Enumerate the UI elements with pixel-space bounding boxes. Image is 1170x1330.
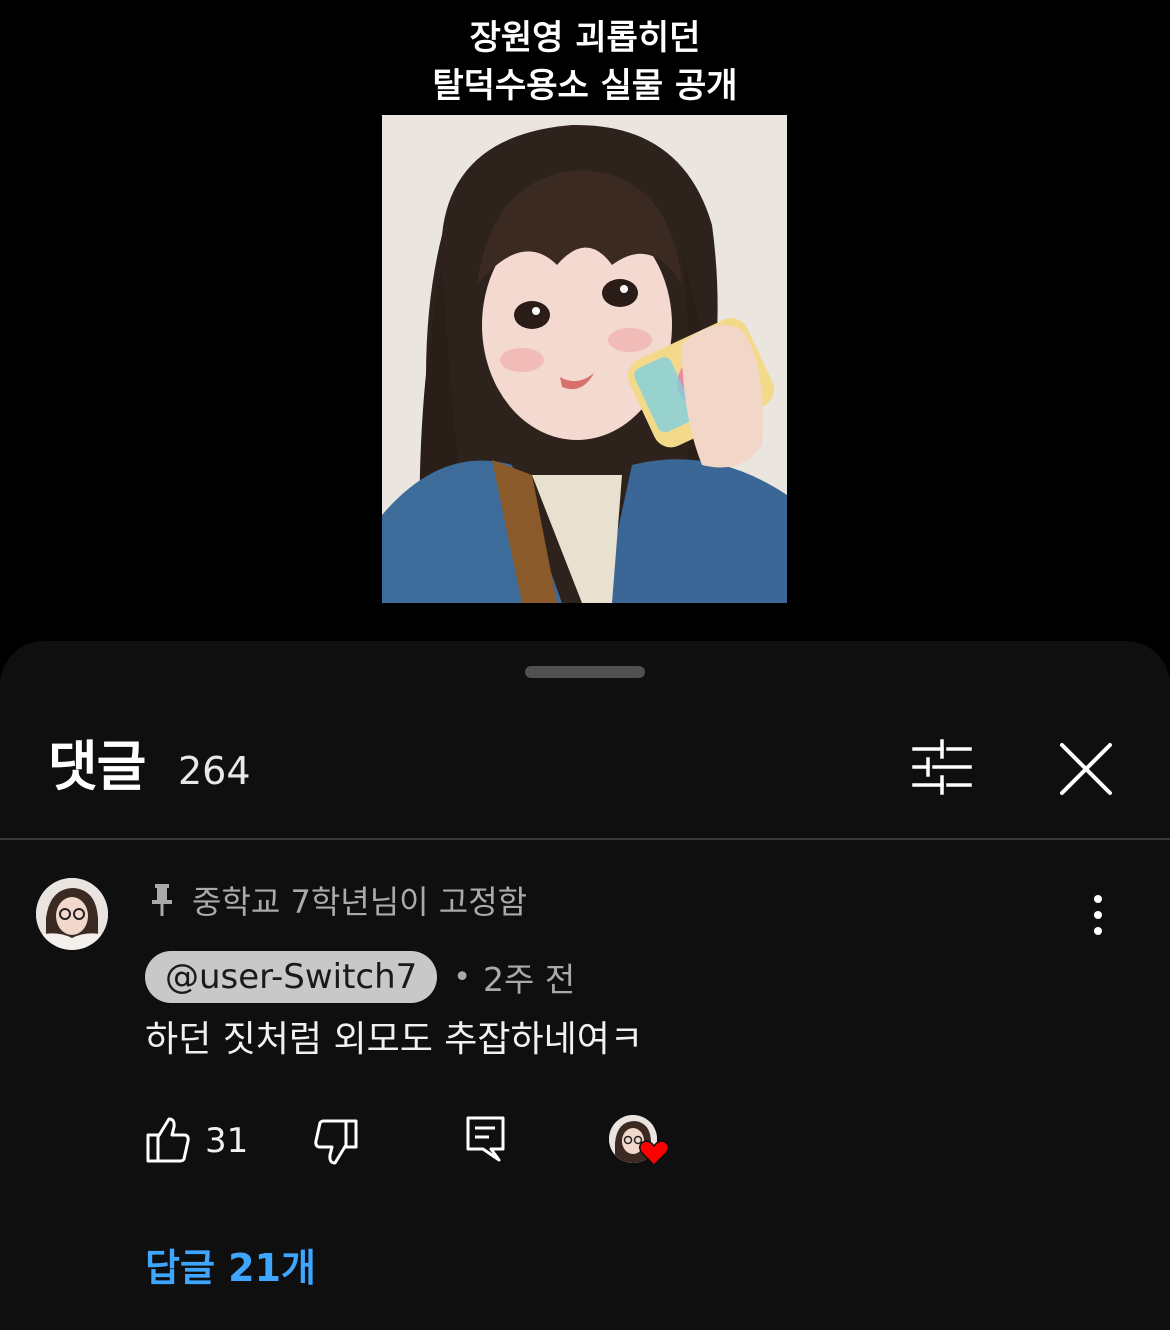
comment-actions: 31	[145, 1111, 745, 1171]
close-icon	[1060, 743, 1112, 795]
video-caption-line-1: 장원영 괴롭히던	[469, 18, 701, 58]
dislike-button[interactable]	[313, 1117, 359, 1167]
comment-timestamp: 2주 전	[483, 960, 576, 999]
sort-filter-button[interactable]	[906, 737, 978, 797]
comments-title: 댓글	[48, 735, 146, 798]
comments-count: 264	[178, 749, 251, 793]
video-caption: 장원영 괴롭히던 탈덕수용소 실물 공개	[0, 14, 1170, 110]
creator-heart	[609, 1115, 671, 1171]
comment-more-button[interactable]	[1080, 893, 1116, 937]
like-button[interactable]	[145, 1115, 191, 1165]
video-frame-photo	[382, 115, 787, 603]
close-button[interactable]	[1050, 733, 1122, 805]
meta-separator: •	[453, 959, 471, 995]
pin-icon	[152, 884, 172, 916]
comments-sheet: 댓글 264 중학교 7학년님이 고정함 @user-Switch7 • 2주 …	[0, 641, 1170, 1330]
reply-button[interactable]	[465, 1115, 507, 1163]
pinned-indicator: 중학교 7학년님이 고정함	[148, 879, 527, 921]
pinned-label: 중학교 7학년님이 고정함	[192, 883, 528, 921]
more-vert-icon	[1094, 895, 1102, 935]
video-caption-line-2: 탈덕수용소 실물 공개	[432, 66, 738, 106]
comment-author-handle[interactable]: @user-Switch7	[145, 951, 438, 1003]
sheet-drag-handle[interactable]	[525, 666, 645, 678]
comment-author-avatar[interactable]	[36, 878, 108, 950]
header-divider	[0, 838, 1170, 840]
thumbs-down-icon	[314, 1119, 358, 1165]
thumbs-up-icon	[146, 1117, 190, 1163]
sliders-icon	[912, 739, 972, 795]
reply-icon	[466, 1116, 505, 1162]
comment-meta: @user-Switch7 • 2주 전	[145, 951, 575, 1003]
like-count: 31	[205, 1121, 249, 1161]
heart-icon	[639, 1140, 669, 1167]
view-replies-button[interactable]: 답글 21개	[145, 1241, 316, 1295]
comment-body: 하던 짓처럼 외모도 추잡하네여ㅋ	[145, 1019, 644, 1060]
video-player[interactable]: 장원영 괴롭히던 탈덕수용소 실물 공개	[0, 0, 1170, 640]
